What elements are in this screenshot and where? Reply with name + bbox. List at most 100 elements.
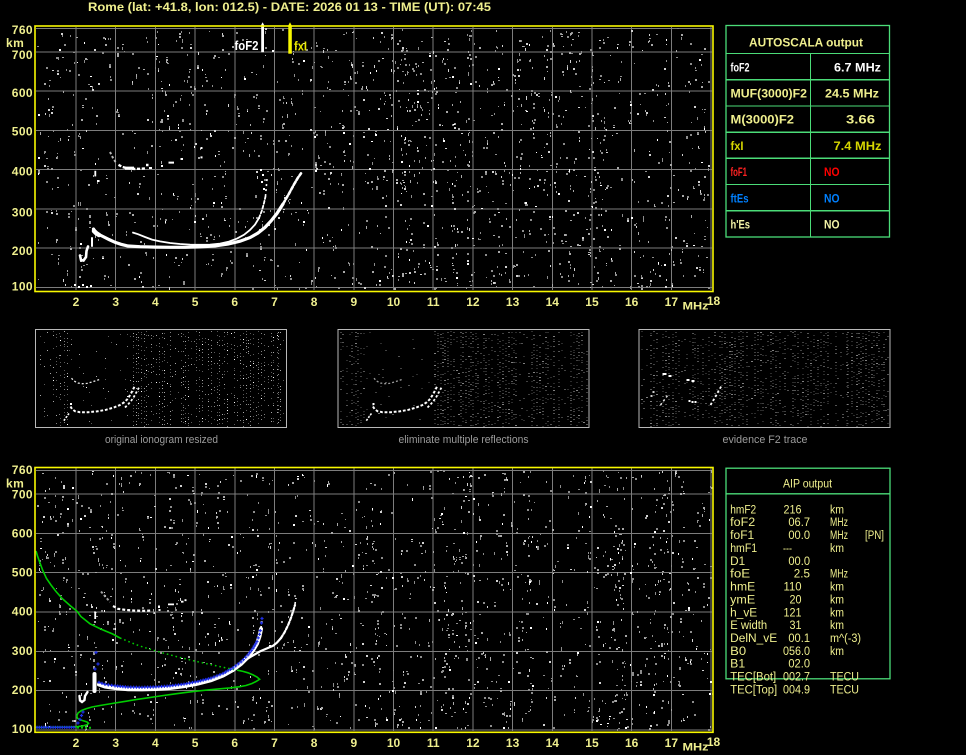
svg-text:216: 216: [784, 504, 802, 516]
svg-text:2: 2: [73, 295, 80, 309]
svg-text:14: 14: [546, 295, 560, 309]
svg-text:km: km: [830, 620, 844, 632]
svg-text:100: 100: [12, 722, 33, 736]
svg-text:15: 15: [585, 736, 599, 750]
svg-text:MHz: MHz: [683, 742, 710, 754]
svg-text:h'Es: h'Es: [731, 220, 751, 232]
svg-text:---: ---: [783, 543, 792, 555]
svg-text:Rome (lat: +41.8, lon: 012.5): Rome (lat: +41.8, lon: 012.5) - DATE: 20…: [88, 2, 492, 14]
svg-text:TECU: TECU: [830, 684, 859, 696]
svg-text:NO: NO: [824, 193, 840, 205]
svg-text:foF2: foF2: [235, 39, 259, 53]
svg-text:056.0: 056.0: [783, 646, 810, 658]
svg-text:6: 6: [231, 295, 238, 309]
svg-text:24.5 MHz: 24.5 MHz: [825, 89, 879, 101]
svg-text:MHz: MHz: [830, 517, 848, 529]
svg-text:9: 9: [350, 736, 357, 750]
svg-text:MHz: MHz: [683, 301, 710, 313]
svg-text:7: 7: [271, 736, 278, 750]
svg-text:121: 121: [784, 607, 802, 619]
svg-text:400: 400: [12, 165, 33, 179]
svg-text:6: 6: [231, 736, 238, 750]
svg-text:5: 5: [192, 736, 199, 750]
svg-text:10: 10: [387, 736, 401, 750]
svg-text:km: km: [6, 477, 24, 491]
svg-text:original ionogram resized: original ionogram resized: [105, 434, 218, 446]
svg-text:2: 2: [73, 736, 80, 750]
svg-text:11: 11: [427, 736, 440, 750]
svg-text:km: km: [830, 504, 844, 516]
svg-text:00.0: 00.0: [788, 556, 810, 568]
svg-text:DelN_vE: DelN_vE: [730, 633, 777, 645]
svg-text:NO: NO: [824, 220, 840, 232]
svg-text:hmF2: hmF2: [730, 504, 756, 516]
svg-text:17: 17: [665, 295, 679, 309]
svg-text:16: 16: [625, 736, 639, 750]
svg-text:km: km: [830, 582, 844, 594]
svg-text:3.66: 3.66: [846, 115, 875, 127]
svg-text:16: 16: [625, 295, 639, 309]
svg-text:AIP output: AIP output: [783, 478, 833, 490]
svg-text:ftEs: ftEs: [731, 193, 749, 205]
svg-text:h_vE: h_vE: [730, 607, 757, 619]
svg-text:foF2: foF2: [730, 517, 755, 529]
svg-text:D1: D1: [730, 556, 745, 568]
svg-text:12: 12: [466, 295, 480, 309]
svg-text:TEC[Top]: TEC[Top]: [730, 684, 777, 696]
svg-text:[PN]: [PN]: [865, 530, 884, 542]
svg-text:12: 12: [466, 736, 480, 750]
svg-text:00.1: 00.1: [788, 633, 810, 645]
svg-text:ymE: ymE: [730, 594, 755, 606]
svg-text:3: 3: [112, 295, 119, 309]
svg-text:km: km: [830, 594, 844, 606]
svg-text:13: 13: [506, 736, 520, 750]
svg-text:NO: NO: [824, 167, 840, 179]
svg-text:hmE: hmE: [730, 582, 755, 594]
svg-text:100: 100: [12, 280, 33, 294]
svg-text:9: 9: [350, 295, 357, 309]
svg-text:MUF(3000)F2: MUF(3000)F2: [731, 89, 808, 101]
svg-text:18: 18: [707, 294, 721, 308]
svg-text:m^(-3): m^(-3): [830, 633, 861, 645]
svg-text:2.5: 2.5: [794, 569, 810, 581]
svg-text:km: km: [830, 646, 844, 658]
svg-text:00.0: 00.0: [788, 530, 810, 542]
svg-text:fxI: fxI: [294, 40, 307, 54]
svg-text:760: 760: [12, 463, 33, 477]
svg-text:7.4 MHz: 7.4 MHz: [834, 141, 882, 153]
svg-text:02.0: 02.0: [788, 659, 810, 671]
svg-text:foF2: foF2: [731, 62, 750, 74]
svg-text:5: 5: [192, 295, 199, 309]
svg-text:4: 4: [152, 295, 159, 309]
svg-text:600: 600: [12, 86, 33, 100]
svg-text:6.7 MHz: 6.7 MHz: [834, 62, 881, 74]
svg-text:foF1: foF1: [730, 530, 754, 542]
svg-text:31: 31: [790, 620, 802, 632]
svg-text:300: 300: [12, 644, 33, 658]
svg-text:8: 8: [311, 736, 318, 750]
svg-text:km: km: [830, 543, 844, 555]
svg-text:06.7: 06.7: [788, 517, 810, 529]
svg-text:eliminate multiple reflections: eliminate multiple reflections: [399, 434, 529, 446]
svg-text:500: 500: [12, 125, 33, 139]
svg-text:200: 200: [12, 683, 33, 697]
svg-text:13: 13: [506, 295, 520, 309]
svg-text:400: 400: [12, 605, 33, 619]
svg-text:200: 200: [12, 244, 33, 258]
svg-text:300: 300: [12, 205, 33, 219]
svg-text:17: 17: [665, 736, 679, 750]
svg-text:foF1: foF1: [731, 167, 748, 179]
svg-text:004.9: 004.9: [783, 684, 810, 696]
svg-text:15: 15: [585, 295, 599, 309]
svg-text:4: 4: [152, 736, 159, 750]
svg-text:E width: E width: [730, 620, 767, 632]
svg-text:600: 600: [12, 526, 33, 540]
svg-text:700: 700: [12, 48, 33, 62]
svg-text:500: 500: [12, 565, 33, 579]
svg-text:10: 10: [387, 295, 401, 309]
svg-text:fxI: fxI: [731, 141, 744, 153]
svg-text:km: km: [830, 607, 844, 619]
svg-text:MHz: MHz: [830, 530, 848, 542]
svg-text:MHz: MHz: [830, 569, 848, 581]
svg-text:hmF1: hmF1: [730, 543, 757, 555]
